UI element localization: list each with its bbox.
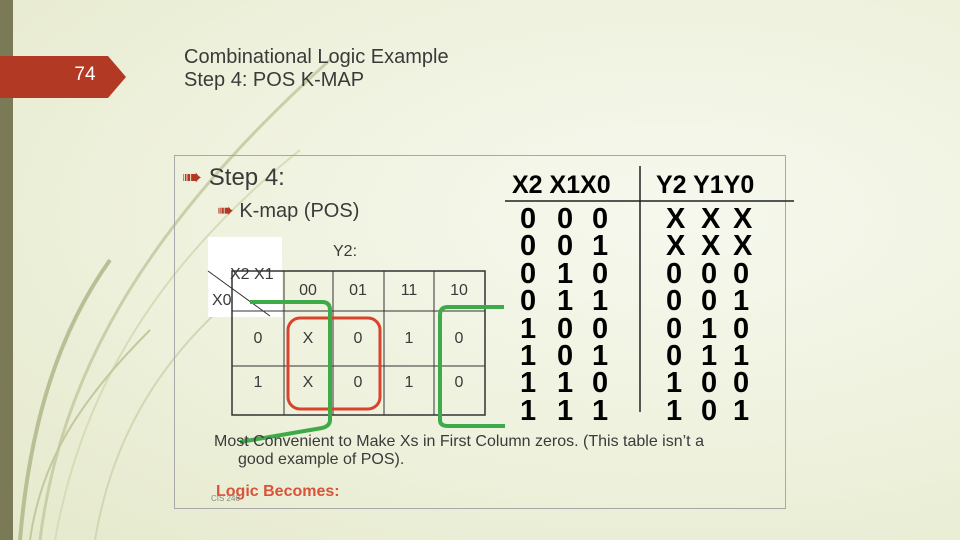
kmap-row-header: 0 <box>253 330 263 347</box>
kmap-cell: 0 <box>353 330 363 347</box>
truth-table-output-value: 1 <box>666 394 683 427</box>
kmap-cell: 1 <box>404 330 414 347</box>
note-line-1: Most Convenient to Make Xs in First Colu… <box>214 433 704 450</box>
kmap-cell: 0 <box>353 374 363 391</box>
kmap-cell: 1 <box>404 374 414 391</box>
truth-table-input-value: 1 <box>592 394 609 427</box>
kmap-col-header: 00 <box>299 282 317 299</box>
truth-table-output-value: 1 <box>733 394 750 427</box>
kmap-cell: 0 <box>454 374 464 391</box>
truth-table-input-value: 1 <box>557 394 574 427</box>
truth-table-input-header: X2 X1X0 <box>512 171 611 199</box>
truth-table-input-value: 1 <box>520 394 537 427</box>
kmap-col-header: 11 <box>400 282 418 299</box>
kmap-col-header: 10 <box>450 282 468 299</box>
truth-table-output-header: Y2 Y1Y0 <box>656 171 755 199</box>
kmap-row-header: 1 <box>253 374 263 391</box>
kmap-cell: 0 <box>454 330 464 347</box>
kmap-green-group-left <box>239 300 332 444</box>
kmap-cell: X <box>302 330 314 347</box>
kmap-cell: X <box>302 374 314 391</box>
slide-footer: CIS 240 <box>211 494 240 503</box>
note-text: Most Convenient to Make Xs in First Colu… <box>214 433 784 469</box>
truth-table-output-value: 0 <box>701 394 718 427</box>
kmap-col-header: 01 <box>349 282 367 299</box>
note-line-2: good example of POS). <box>238 451 405 468</box>
slide: 74 Combinational Logic Example Step 4: P… <box>0 0 960 540</box>
